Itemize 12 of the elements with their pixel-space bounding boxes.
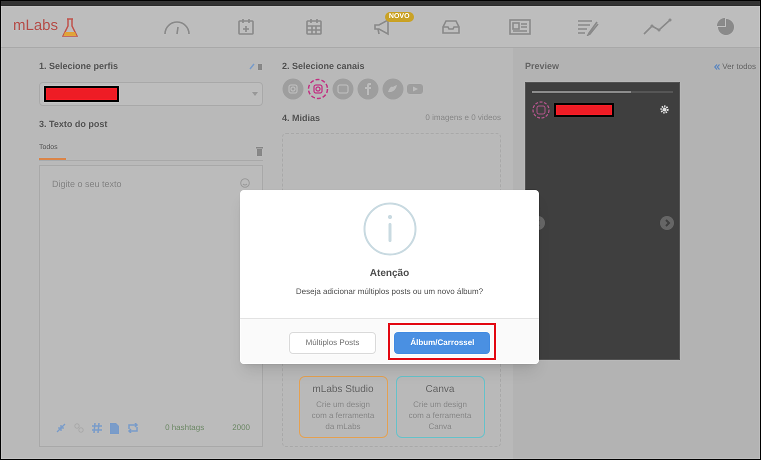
character-count: 2000 [232,422,250,434]
section-title: 3. Texto do post [39,118,108,131]
card-title: mLabs Studio [312,383,374,397]
hashtag-count: 0 hashtags [165,422,204,434]
card-title: Canva [426,383,454,397]
logo-text: mLabs [13,16,58,36]
dialog-title: Atenção [370,267,410,281]
section-title: 4. Midias [282,112,320,124]
section-title: Preview [525,60,560,73]
dialog-message: Deseja adicionar múltiplos posts ou um novo álbum? [296,286,484,298]
section-title: 2. Selecione canais [282,60,366,73]
section-title: 1. Selecione perfis [39,60,118,73]
